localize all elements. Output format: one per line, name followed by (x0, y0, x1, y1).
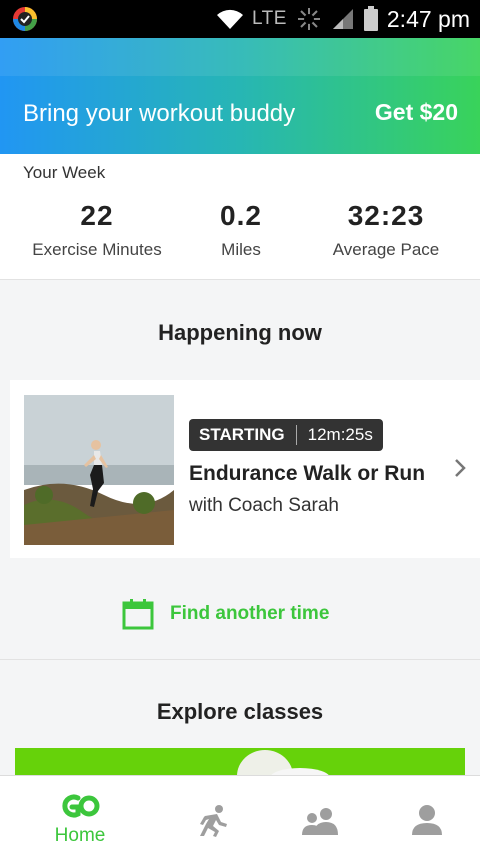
countdown-timer: 12m:25s (307, 425, 373, 444)
stat-average-pace: 32:23 Average Pace (318, 200, 454, 260)
profile-icon (412, 805, 442, 835)
stat-label: Exercise Minutes (32, 240, 162, 259)
tab-workouts[interactable] (153, 776, 273, 854)
status-text: STARTING (199, 425, 285, 444)
status-bar: LTE 2:47 pm (0, 0, 480, 38)
section-divider (0, 659, 480, 660)
referral-text: Bring your workout buddy (23, 100, 296, 127)
chevron-right-icon[interactable] (450, 456, 470, 480)
tab-home[interactable]: Home (20, 776, 140, 854)
badge-divider (295, 425, 297, 445)
bottom-tab-bar: Home (0, 775, 480, 854)
calendar-icon (122, 599, 154, 630)
class-title: Endurance Walk or Run (189, 462, 426, 485)
go-logo-icon (62, 794, 100, 818)
week-title: Your Week (23, 163, 106, 182)
live-class-card[interactable]: STARTING 12m:25s Endurance Walk or Run w… (10, 380, 480, 558)
class-coach: with Coach Sarah (189, 495, 339, 516)
stat-label: Miles (221, 240, 261, 259)
tab-home-label: Home (54, 825, 106, 846)
wifi-icon (216, 9, 243, 29)
explore-class-image (237, 750, 330, 778)
stat-value: 0.2 (220, 200, 262, 231)
find-another-time-link[interactable]: Find another time (0, 596, 480, 632)
clock: 2:47 pm (386, 5, 470, 32)
battery-icon (363, 6, 378, 31)
find-another-time-label: Find another time (170, 603, 330, 624)
group-icon (302, 808, 338, 835)
stat-value: 22 (80, 200, 114, 231)
header-band (0, 38, 480, 76)
stat-miles: 0.2 Miles (182, 200, 300, 260)
explore-class-card[interactable] (15, 748, 465, 778)
referral-banner[interactable]: Bring your workout buddy Get $20 (0, 38, 480, 154)
stat-exercise-minutes: 22 Exercise Minutes (20, 200, 174, 260)
runner-photo-image (24, 395, 174, 545)
signal-icon (332, 9, 353, 29)
network-type: LTE (251, 8, 287, 29)
runner-icon (200, 805, 227, 837)
tab-community[interactable] (260, 776, 380, 854)
tab-profile[interactable] (367, 776, 480, 854)
stat-label: Average Pace (332, 240, 440, 259)
week-stats-panel: Your Week 22 Exercise Minutes 0.2 Miles … (0, 154, 480, 280)
happening-now-heading: Happening now (158, 320, 322, 345)
class-status-badge: STARTING 12m:25s (189, 419, 383, 451)
stat-value: 32:23 (347, 200, 425, 231)
app-notification-icon (13, 7, 37, 31)
class-photo (24, 395, 174, 545)
data-transfer-icon (297, 8, 320, 30)
explore-classes-heading: Explore classes (156, 699, 324, 724)
get-reward-button[interactable]: Get $20 (375, 99, 458, 126)
